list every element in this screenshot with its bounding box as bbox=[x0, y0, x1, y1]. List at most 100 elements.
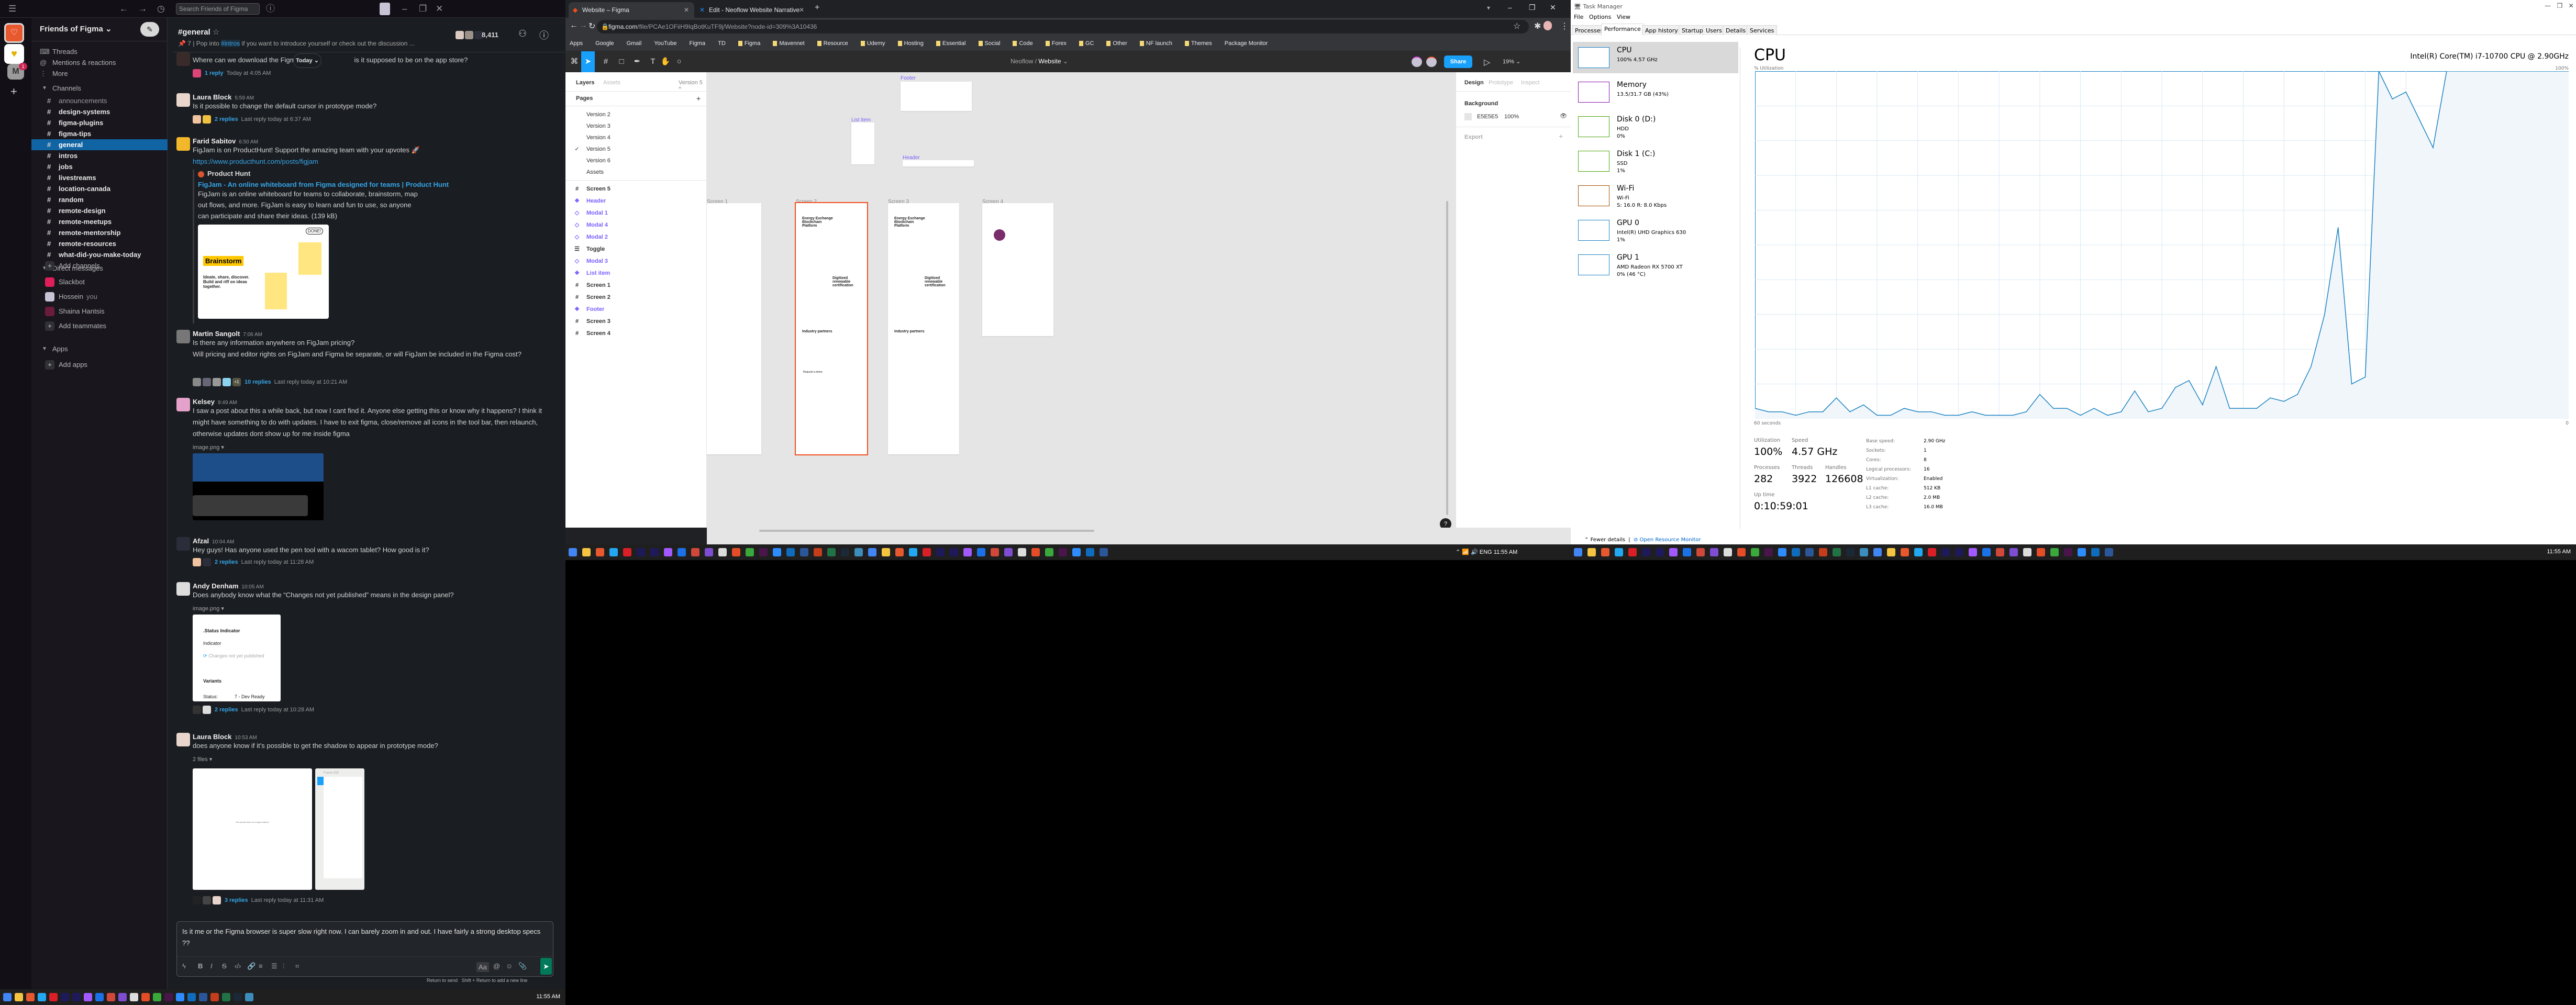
close-tab-icon[interactable]: ✕ bbox=[799, 2, 804, 18]
taskbar-app-media-encoder[interactable] bbox=[1941, 548, 1950, 556]
taskbar-app-camtasia-recorder[interactable] bbox=[1045, 548, 1053, 556]
maximize-icon[interactable]: ❐ bbox=[419, 0, 427, 18]
bookmark-item[interactable]: Apps bbox=[570, 40, 589, 47]
taskbar-app-affinity-publisher[interactable] bbox=[991, 548, 999, 556]
page-item[interactable]: ✓ Version 5 bbox=[565, 143, 707, 155]
format-toggle[interactable]: Aa bbox=[476, 962, 489, 972]
back-icon[interactable]: ← bbox=[570, 21, 578, 30]
url-bar[interactable]: 🔒 figma.com/file/PCAe1OFiiH9IqBotKuTF9j/W… bbox=[597, 20, 1529, 34]
layer-item[interactable]: ❖ Header bbox=[565, 195, 707, 207]
taskbar-app-emoji[interactable] bbox=[1018, 548, 1026, 556]
nav-more[interactable]: ⋮ More bbox=[31, 68, 168, 79]
resource-gpu-1[interactable]: GPU 1 AMD Radeon RX 5700 XT 0% (46 °C) bbox=[1573, 249, 1738, 281]
layer-item[interactable]: ◇ Modal 2 bbox=[565, 231, 707, 243]
figma-menu-icon[interactable]: ⌘ bbox=[565, 51, 583, 72]
taskbar-app-slack[interactable] bbox=[2064, 548, 2072, 556]
screen-1-frame[interactable] bbox=[707, 203, 761, 454]
tray[interactable]: ⌃ 📶 🔊 ENG 11:55 AM bbox=[1456, 549, 1517, 555]
dock-screenshot[interactable] bbox=[193, 453, 324, 520]
taskbar-app-word[interactable] bbox=[800, 548, 808, 556]
author[interactable]: Farid Sabitov 6:50 AM bbox=[193, 137, 258, 145]
author[interactable]: Andy Denham 10:05 AM bbox=[193, 582, 264, 590]
bookmark-item[interactable]: Other bbox=[1106, 40, 1134, 47]
taskbar-app-vs-code[interactable] bbox=[1615, 548, 1623, 556]
tm-tab-users[interactable]: Users bbox=[1703, 25, 1725, 35]
compose-button[interactable]: ✎ bbox=[140, 22, 159, 37]
taskbar-app-media-encoder[interactable] bbox=[936, 548, 945, 556]
taskbar-app-word[interactable] bbox=[1100, 548, 1108, 556]
taskbar-app-zoom[interactable] bbox=[2078, 548, 2086, 556]
tab-design[interactable]: Design bbox=[1464, 80, 1484, 86]
taskbar-app-task-manager[interactable] bbox=[854, 548, 863, 556]
bookmark-item[interactable]: Forex bbox=[1045, 40, 1073, 47]
layer-item[interactable]: ◇ Modal 3 bbox=[565, 255, 707, 267]
taskbar-app-after-effects[interactable] bbox=[72, 993, 81, 1001]
present-icon[interactable]: ▷ bbox=[1484, 57, 1490, 68]
taskbar-app-task-manager[interactable] bbox=[245, 993, 253, 1001]
taskbar-app-affinity-publisher[interactable] bbox=[691, 548, 699, 556]
intros-link[interactable]: #intros bbox=[221, 40, 240, 47]
shadow-screenshot-1[interactable]: this should have an orange shadow bbox=[193, 768, 312, 890]
dm-shaina[interactable]: Shaina Hantsis bbox=[31, 306, 168, 317]
layer-item[interactable]: # Screen 2 bbox=[565, 292, 707, 304]
close-icon[interactable]: ✕ bbox=[1550, 3, 1556, 12]
tm-tab-startup[interactable]: Startup bbox=[1679, 25, 1706, 35]
taskbar-app-slack[interactable] bbox=[759, 548, 768, 556]
avatar[interactable] bbox=[176, 52, 190, 66]
taskbar-app-outlook[interactable] bbox=[187, 993, 196, 1001]
bullet-list-icon[interactable]: ☰ bbox=[271, 962, 277, 970]
taskbar-app-creative-cloud[interactable] bbox=[49, 993, 58, 1001]
author[interactable]: Laura Block 10:53 AM bbox=[193, 733, 257, 741]
shadow-screenshot-2[interactable]: Frame 559 bbox=[315, 768, 364, 890]
file-label[interactable]: image.png ▾ bbox=[193, 444, 224, 451]
apps-section[interactable]: ▼ Apps bbox=[31, 343, 168, 354]
member-avatars[interactable] bbox=[456, 30, 484, 40]
channel-announcements[interactable]: # announcements bbox=[31, 95, 168, 106]
channel-title[interactable]: #general ☆ bbox=[178, 27, 219, 37]
taskbar-app-affinity-designer[interactable] bbox=[678, 548, 686, 556]
taskbar-app-chrome[interactable] bbox=[868, 548, 876, 556]
search-input[interactable]: Search Friends of Figma bbox=[176, 3, 260, 15]
tm-tab-services[interactable]: Services bbox=[1747, 25, 1778, 35]
taskbar-app-outlook[interactable] bbox=[1086, 548, 1094, 556]
header-component[interactable] bbox=[903, 160, 974, 166]
page-item[interactable]: Version 3 bbox=[565, 120, 707, 132]
taskbar-app-emoji[interactable] bbox=[1724, 548, 1732, 556]
taskbar-app-figma[interactable] bbox=[1669, 548, 1678, 556]
author[interactable]: Martin Sangolt 7:06 AM bbox=[193, 330, 262, 338]
star-icon[interactable]: ☆ bbox=[213, 28, 219, 37]
taskbar-app-excel[interactable] bbox=[827, 548, 836, 556]
taskbar-app-camtasia[interactable] bbox=[141, 993, 150, 1001]
help-icon[interactable]: ⓘ bbox=[266, 0, 275, 18]
extensions-icon[interactable]: ✱ bbox=[1534, 21, 1541, 31]
taskbar-app-media-encoder[interactable] bbox=[61, 993, 69, 1001]
page-dropdown[interactable]: Version 5 ^ bbox=[679, 80, 706, 92]
taskbar-app-powerpoint[interactable] bbox=[210, 993, 219, 1001]
frame-tool-icon[interactable]: # bbox=[597, 51, 615, 72]
minimize-icon[interactable]: — bbox=[2545, 2, 2551, 9]
close-icon[interactable]: ✕ bbox=[436, 0, 443, 18]
status-indicator-screenshot[interactable]: .Status Indicator Indicator ⟳ Changes no… bbox=[193, 615, 281, 701]
channel-design-systems[interactable]: # design-systems bbox=[31, 106, 168, 117]
file-label[interactable]: image.png ▾ bbox=[193, 605, 224, 612]
layer-item[interactable]: # Screen 5 bbox=[565, 183, 707, 195]
vertical-scrollbar[interactable] bbox=[1446, 201, 1448, 515]
taskbar-app-affinity-publisher[interactable] bbox=[1996, 548, 2004, 556]
emoji-icon[interactable]: ☺ bbox=[506, 962, 513, 970]
author[interactable]: Kelsey 9:49 AM bbox=[193, 398, 237, 406]
thread-summary[interactable]: 3 replies Last reply today at 11:31 AM bbox=[193, 896, 324, 904]
author[interactable]: Afzal 10:04 AM bbox=[193, 537, 234, 545]
resource-disk-0-d-[interactable]: Disk 0 (D:) HDD 0% bbox=[1573, 111, 1738, 142]
tm-tab-performance[interactable]: Performance bbox=[1601, 24, 1644, 36]
taskbar-app-acrobat[interactable] bbox=[596, 548, 604, 556]
taskbar-app-chrome[interactable] bbox=[1873, 548, 1882, 556]
taskbar-app-slack[interactable] bbox=[1059, 548, 1067, 556]
channel-figma-plugins[interactable]: # figma-plugins bbox=[31, 117, 168, 128]
component-label[interactable]: Footer bbox=[901, 75, 916, 81]
add-teammates[interactable]: + Add teammates bbox=[31, 320, 168, 331]
taskbar-app-affinity-designer[interactable] bbox=[1683, 548, 1691, 556]
channel-remote-meetups[interactable]: # remote-meetups bbox=[31, 216, 168, 227]
eye-icon[interactable]: 👁 bbox=[1560, 113, 1567, 119]
taskbar-app-affinity-publisher[interactable] bbox=[107, 993, 115, 1001]
taskbar-app-powerpoint[interactable] bbox=[1819, 548, 1827, 556]
